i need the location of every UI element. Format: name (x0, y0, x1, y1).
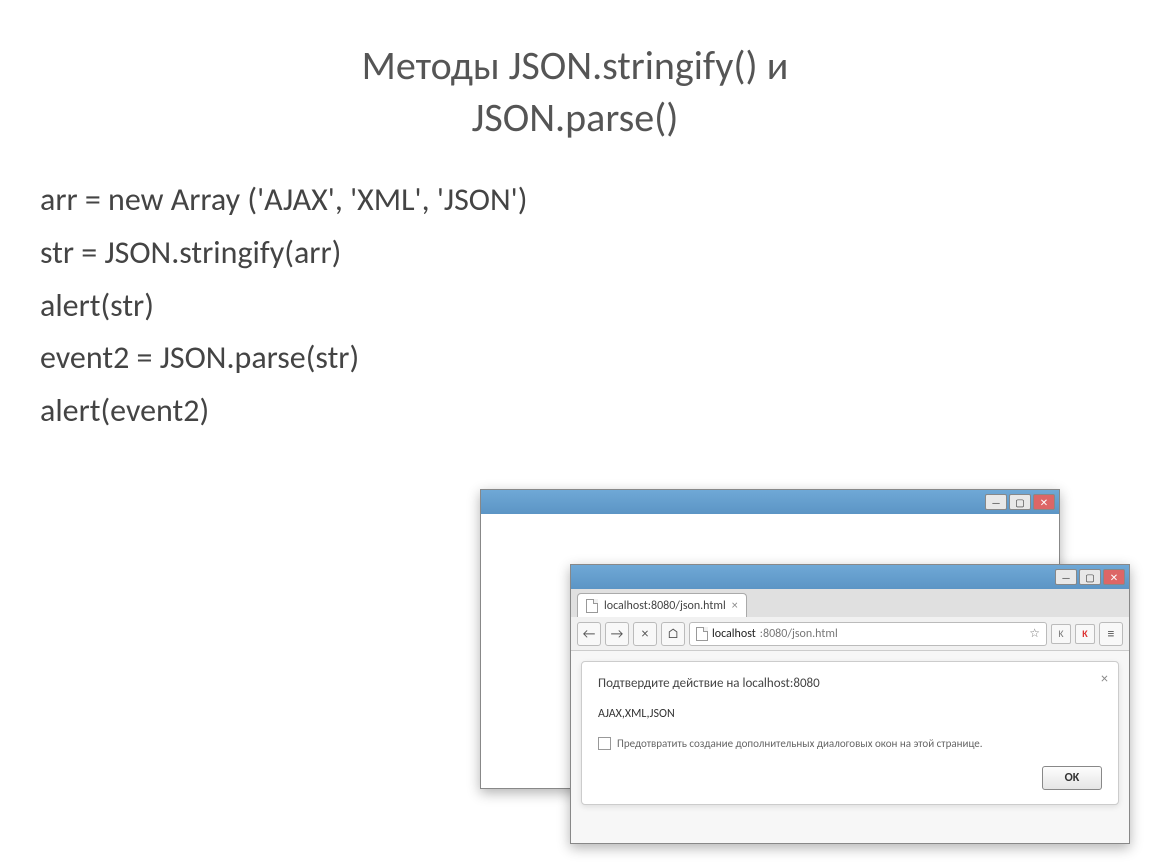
menu-button[interactable]: ≡ (1099, 622, 1123, 646)
home-button[interactable]: ⌂ (661, 622, 685, 646)
title-bar: — ▢ ✕ (571, 565, 1129, 589)
kaspersky-icon[interactable]: K (1075, 624, 1095, 644)
code-line: event2 = JSON.parse(str) (40, 332, 1110, 385)
dialog-actions: OK (598, 766, 1102, 790)
extension-icon[interactable]: K (1051, 624, 1071, 644)
title-line-1: Методы JSON.stringify() и (362, 41, 789, 90)
code-line: alert(str) (40, 280, 1110, 333)
checkbox-label: Предотвратить создание дополнительных ди… (617, 737, 983, 750)
maximize-button[interactable]: ▢ (1009, 494, 1031, 510)
reload-button[interactable]: × (633, 622, 657, 646)
slide-title: Методы JSON.stringify() и JSON.parse() (0, 0, 1150, 144)
back-button[interactable]: ← (577, 622, 601, 646)
title-line-2: JSON.parse() (472, 93, 679, 142)
title-bar: — ▢ ✕ (481, 490, 1059, 514)
code-line: str = JSON.stringify(arr) (40, 227, 1110, 280)
tab-title: localhost:8080/json.html (604, 599, 726, 613)
foreground-window: — ▢ ✕ localhost:8080/json.html × ← → × ⌂… (570, 564, 1130, 844)
page-icon (586, 599, 598, 613)
forward-button[interactable]: → (605, 622, 629, 646)
close-button[interactable]: ✕ (1103, 569, 1125, 585)
ok-button[interactable]: OK (1042, 766, 1102, 790)
checkbox[interactable] (598, 737, 611, 750)
alert-dialog: × Подтвердите действие на localhost:8080… (581, 661, 1119, 805)
page-icon (696, 627, 708, 641)
minimize-button[interactable]: — (985, 494, 1007, 510)
url-path: :8080/json.html (760, 627, 838, 641)
maximize-button[interactable]: ▢ (1079, 569, 1101, 585)
url-host: localhost (712, 627, 756, 641)
tab-close-icon[interactable]: × (732, 599, 738, 613)
bookmark-star-icon[interactable]: ☆ (1029, 626, 1040, 641)
tab-bar: localhost:8080/json.html × (571, 589, 1129, 617)
dialog-message: AJAX,XML,JSON (598, 707, 1102, 721)
address-bar[interactable]: localhost :8080/json.html ☆ (689, 622, 1047, 646)
code-line: arr = new Array ('AJAX', 'XML', 'JSON') (40, 174, 1110, 227)
close-button[interactable]: ✕ (1033, 494, 1055, 510)
minimize-button[interactable]: — (1055, 569, 1077, 585)
dialog-title: Подтвердите действие на localhost:8080 (598, 676, 1102, 691)
code-line: alert(event2) (40, 385, 1110, 438)
dialog-close-icon[interactable]: × (1101, 670, 1108, 687)
prevent-dialogs-option[interactable]: Предотвратить создание дополнительных ди… (598, 737, 1102, 750)
toolbar: ← → × ⌂ localhost :8080/json.html ☆ K K ≡ (571, 617, 1129, 651)
browser-tab[interactable]: localhost:8080/json.html × (577, 593, 747, 617)
code-block: arr = new Array ('AJAX', 'XML', 'JSON') … (0, 144, 1150, 438)
